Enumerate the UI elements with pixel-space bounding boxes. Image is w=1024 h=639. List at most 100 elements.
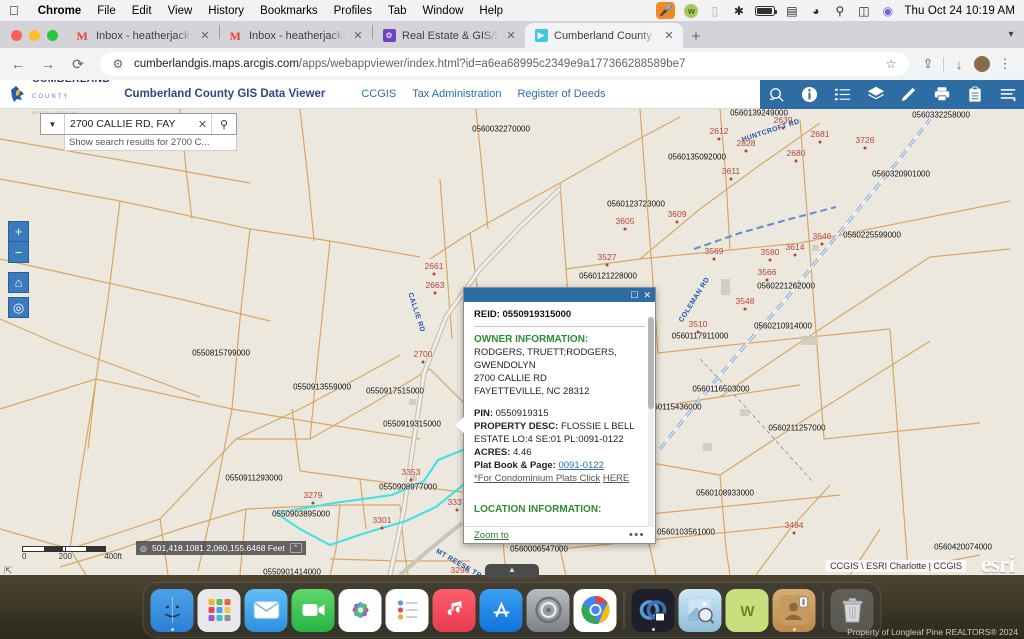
tab-search-chevron-icon[interactable]: ▾ xyxy=(998,23,1024,45)
downloads-icon[interactable]: ↓ xyxy=(948,53,970,75)
dock-item-music[interactable] xyxy=(432,588,476,632)
close-window-button[interactable] xyxy=(11,30,22,41)
browser-tab-4[interactable]: ▶ Cumberland County GIS Data ✕ xyxy=(525,23,683,48)
dock-item-launchpad[interactable] xyxy=(197,588,241,632)
legend-icon[interactable] xyxy=(826,79,859,109)
share-icon[interactable]: ⇪ xyxy=(917,53,939,75)
star-icon[interactable]: ☆ xyxy=(883,56,899,72)
dock-item-facetime[interactable] xyxy=(291,588,335,632)
address-point-marker xyxy=(717,137,721,141)
dock-item-photos[interactable] xyxy=(338,588,382,632)
search-suggestion[interactable]: Show search results for 2700 C... xyxy=(64,135,237,151)
battery-icon[interactable] xyxy=(755,5,778,16)
menu-view[interactable]: View xyxy=(160,5,201,17)
back-button[interactable]: ← xyxy=(6,52,30,76)
nav-link-tax-administration[interactable]: Tax Administration xyxy=(412,88,501,100)
menu-chrome[interactable]: Chrome xyxy=(30,5,89,17)
close-tab-4-icon[interactable]: ✕ xyxy=(662,29,676,43)
popup-footer: Zoom to ••• xyxy=(464,526,655,543)
minimize-window-button[interactable] xyxy=(29,30,40,41)
close-tab-2-icon[interactable]: ✕ xyxy=(351,29,365,43)
zoom-to-link[interactable]: Zoom to xyxy=(474,530,509,541)
kebab-menu-icon[interactable]: ⋮ xyxy=(994,53,1016,75)
coordinate-expand-icon[interactable]: ⌃ xyxy=(289,543,302,553)
coordinate-readout[interactable]: ◎ 501,418.1081 2,060,155.6468 Feet ⌃ xyxy=(136,541,306,555)
popup-scrollbar[interactable] xyxy=(648,317,654,527)
condo-link-here[interactable]: HERE xyxy=(603,473,629,484)
browser-tab-1[interactable]: Inbox - heatherjacksonedwar ✕ xyxy=(67,23,219,48)
wifi-icon[interactable]: ◕ xyxy=(808,3,823,18)
feature-popup[interactable]: ☐ ✕ REID: 0550919315000 OWNER INFORMATIO… xyxy=(455,287,656,544)
forward-button[interactable]: → xyxy=(36,52,60,76)
dock-item-wunderlist[interactable]: W xyxy=(725,588,769,632)
clear-icon[interactable]: ✕ xyxy=(194,114,211,134)
dock-item-system-settings[interactable] xyxy=(526,588,570,632)
crosshair-icon[interactable]: ◎ xyxy=(140,544,147,553)
browser-tab-2[interactable]: Inbox - heatherjacksonedwar ✕ xyxy=(220,23,372,48)
layers-icon[interactable] xyxy=(859,79,892,109)
menu-profiles[interactable]: Profiles xyxy=(326,5,380,17)
parcel-id-label: 0550917515000 xyxy=(366,386,424,396)
menu-bookmarks[interactable]: Bookmarks xyxy=(252,5,326,17)
my-location-button[interactable]: ◎ xyxy=(8,297,29,318)
control-center-icon[interactable]: ◫ xyxy=(856,3,871,18)
menu-tab[interactable]: Tab xyxy=(380,5,415,17)
dock-item-reminders[interactable] xyxy=(385,588,429,632)
dock-item-contacts[interactable] xyxy=(772,588,816,632)
measure-icon[interactable] xyxy=(892,79,925,109)
plat-link[interactable]: 0091-0122 xyxy=(558,460,603,471)
popup-more-options-icon[interactable]: ••• xyxy=(629,529,645,541)
menu-icon[interactable] xyxy=(991,79,1024,109)
home-button[interactable]: ⌂ xyxy=(8,272,29,293)
resize-grip-icon[interactable]: ⇱ xyxy=(4,566,12,577)
profile-avatar[interactable] xyxy=(974,56,990,72)
menu-history[interactable]: History xyxy=(200,5,252,17)
browser-tab-3[interactable]: ⚙ Real Estate & GIS/Mapping ✕ xyxy=(373,23,525,48)
search-icon[interactable]: ⚲ xyxy=(211,114,236,134)
siri-icon[interactable]: ◉ xyxy=(880,3,895,18)
nav-link-ccgis[interactable]: CCGIS xyxy=(361,88,396,100)
address-bar[interactable]: ⚙ cumberlandgis.maps.arcgis.com/apps/web… xyxy=(100,52,909,76)
menu-bar-clock[interactable]: Thu Oct 24 10:19 AM xyxy=(904,5,1015,17)
dock-item-finder[interactable] xyxy=(150,588,194,632)
dock-item-app-store[interactable] xyxy=(479,588,523,632)
print-icon[interactable] xyxy=(925,79,958,109)
zoom-out-button[interactable]: − xyxy=(8,242,29,263)
popup-title-bar[interactable]: ☐ ✕ xyxy=(464,288,655,302)
close-icon[interactable]: ✕ xyxy=(643,290,651,300)
window-traffic-lights[interactable] xyxy=(0,30,67,48)
screen-record-icon[interactable]: ▤ xyxy=(784,3,799,18)
menu-edit[interactable]: Edit xyxy=(124,5,160,17)
attribute-table-toggle[interactable]: ▲ xyxy=(485,564,539,578)
spotlight-search-icon[interactable]: ⚲ xyxy=(832,3,847,18)
dock-item-trash[interactable] xyxy=(830,588,874,632)
menu-file[interactable]: File xyxy=(89,5,124,17)
info-icon[interactable] xyxy=(793,79,826,109)
reload-button[interactable]: ⟳ xyxy=(66,52,90,76)
close-tab-1-icon[interactable]: ✕ xyxy=(198,29,212,43)
dock-item-preview[interactable] xyxy=(678,588,722,632)
new-tab-button[interactable]: + xyxy=(683,24,709,48)
dock-item-mail[interactable] xyxy=(244,588,288,632)
menu-window[interactable]: Window xyxy=(415,5,472,17)
close-tab-3-icon[interactable]: ✕ xyxy=(504,29,518,43)
wunderlist-icon[interactable]: w xyxy=(684,3,699,18)
apple-menu-icon[interactable]:  xyxy=(0,4,30,17)
mic-icon[interactable]: 🎤 xyxy=(656,2,676,19)
zoom-in-button[interactable]: + xyxy=(8,221,29,242)
map-canvas[interactable]: + − ⌂ ◎ ▼ 2700 CALLIE RD, FAY ✕ ⚲ Show s… xyxy=(0,109,1024,575)
maximize-icon[interactable]: ☐ xyxy=(630,290,638,300)
bluetooth-off-icon[interactable]: ✱ xyxy=(731,3,746,18)
address-point-marker xyxy=(311,501,315,505)
attribute-table-icon[interactable] xyxy=(958,79,991,109)
dock-item-microsoft-teams[interactable] xyxy=(631,588,675,632)
scale-bar-ticks: 0 200 400ft xyxy=(22,552,122,561)
nav-link-register-of-deeds[interactable]: Register of Deeds xyxy=(517,88,605,100)
maximize-window-button[interactable] xyxy=(47,30,58,41)
search-locate-icon[interactable] xyxy=(760,79,793,109)
display-icon[interactable]: ▯ xyxy=(707,3,722,18)
site-settings-icon[interactable]: ⚙ xyxy=(110,56,126,72)
dock-item-google-chrome[interactable] xyxy=(573,588,617,632)
address-point-marker xyxy=(744,149,748,153)
menu-help[interactable]: Help xyxy=(471,5,511,17)
